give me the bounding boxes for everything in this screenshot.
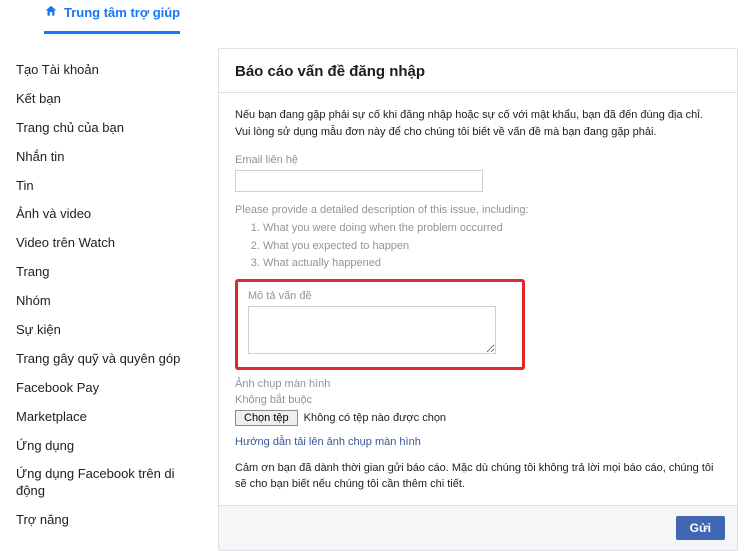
sidebar-item-apps[interactable]: Ứng dụng xyxy=(12,432,200,461)
sidebar-item-messaging[interactable]: Nhắn tin xyxy=(12,143,200,172)
issue-highlight-box: Mô tả vấn đề xyxy=(235,279,525,370)
panel-footer: Gửi xyxy=(219,505,737,550)
file-input-row: Chọn tệp Không có tệp nào được chọn xyxy=(235,410,721,426)
main-content: Báo cáo vấn đề đăng nhập Nếu bạn đang gặ… xyxy=(200,38,750,551)
no-file-text: Không có tệp nào được chọn xyxy=(304,412,446,424)
hint-item-1: What you were doing when the problem occ… xyxy=(263,220,721,238)
issue-textarea[interactable] xyxy=(248,306,496,354)
choose-file-button[interactable]: Chọn tệp xyxy=(235,410,298,426)
optional-label: Không bắt buộc xyxy=(235,394,721,406)
sidebar-item-watch[interactable]: Video trên Watch xyxy=(12,229,200,258)
sidebar-item-accessibility[interactable]: Trợ năng xyxy=(12,506,200,535)
sidebar-item-stories[interactable]: Tin xyxy=(12,172,200,201)
screenshot-label: Ảnh chụp màn hình xyxy=(235,378,721,390)
home-icon xyxy=(44,4,58,21)
sidebar-item-pages[interactable]: Trang xyxy=(12,258,200,287)
sidebar-item-groups[interactable]: Nhóm xyxy=(12,287,200,316)
report-panel: Báo cáo vấn đề đăng nhập Nếu bạn đang gặ… xyxy=(218,48,738,551)
email-label: Email liên hệ xyxy=(235,154,721,166)
hint-item-3: What actually happened xyxy=(263,255,721,273)
thanks-text: Cảm ơn bạn đã dành thời gian gửi báo cáo… xyxy=(235,460,721,493)
panel-title: Báo cáo vấn đề đăng nhập xyxy=(219,49,737,93)
description-hint-list: What you were doing when the problem occ… xyxy=(235,220,721,273)
sidebar-item-photos-videos[interactable]: Ảnh và video xyxy=(12,200,200,229)
hint-item-2: What you expected to happen xyxy=(263,238,721,256)
sidebar-item-create-account[interactable]: Tạo Tài khoản xyxy=(12,56,200,85)
submit-button[interactable]: Gửi xyxy=(676,516,725,540)
panel-body: Nếu bạn đang gặp phải sự cố khi đăng nhậ… xyxy=(219,93,737,505)
help-center-tab[interactable]: Trung tâm trợ giúp xyxy=(44,4,180,34)
sidebar-item-facebook-pay[interactable]: Facebook Pay xyxy=(12,374,200,403)
description-hint-intro: Please provide a detailed description of… xyxy=(235,204,721,216)
page-header: Trung tâm trợ giúp xyxy=(0,0,750,38)
intro-text: Nếu bạn đang gặp phải sự cố khi đăng nhậ… xyxy=(235,107,721,140)
sidebar-item-mobile-apps[interactable]: Ứng dụng Facebook trên di động xyxy=(12,460,200,506)
sidebar-item-home-page[interactable]: Trang chủ của bạn xyxy=(12,114,200,143)
sidebar-item-friending[interactable]: Kết bạn xyxy=(12,85,200,114)
help-center-tab-label: Trung tâm trợ giúp xyxy=(64,5,180,20)
issue-label: Mô tả vấn đề xyxy=(248,290,512,302)
email-input[interactable] xyxy=(235,170,483,192)
upload-guide-link[interactable]: Hướng dẫn tải lên ảnh chụp màn hình xyxy=(235,436,421,448)
sidebar-item-events[interactable]: Sự kiện xyxy=(12,316,200,345)
sidebar-item-fundraisers[interactable]: Trang gây quỹ và quyên góp xyxy=(12,345,200,374)
sidebar-item-marketplace[interactable]: Marketplace xyxy=(12,403,200,432)
sidebar-nav: Tạo Tài khoản Kết bạn Trang chủ của bạn … xyxy=(0,38,200,551)
